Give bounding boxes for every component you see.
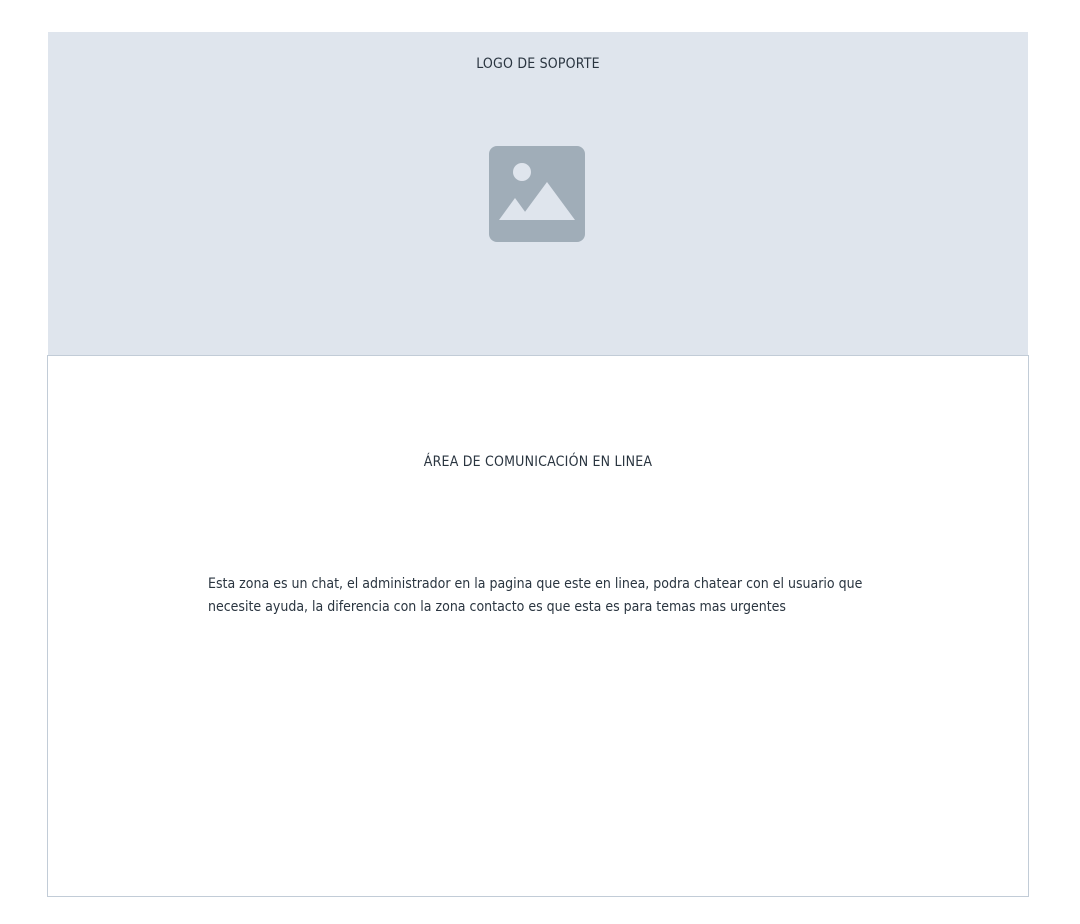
online-chat-title: ÁREA DE COMUNICACIÓN EN LINEA	[423, 454, 653, 470]
image-placeholder-icon	[489, 146, 585, 242]
support-logo-title: LOGO DE SOPORTE	[476, 56, 600, 72]
online-chat-panel: ÁREA DE COMUNICACIÓN EN LINEA Esta zona …	[47, 355, 1029, 897]
support-logo-panel: LOGO DE SOPORTE	[48, 32, 1028, 355]
online-chat-description: Esta zona es un chat, el administrador e…	[208, 576, 863, 615]
